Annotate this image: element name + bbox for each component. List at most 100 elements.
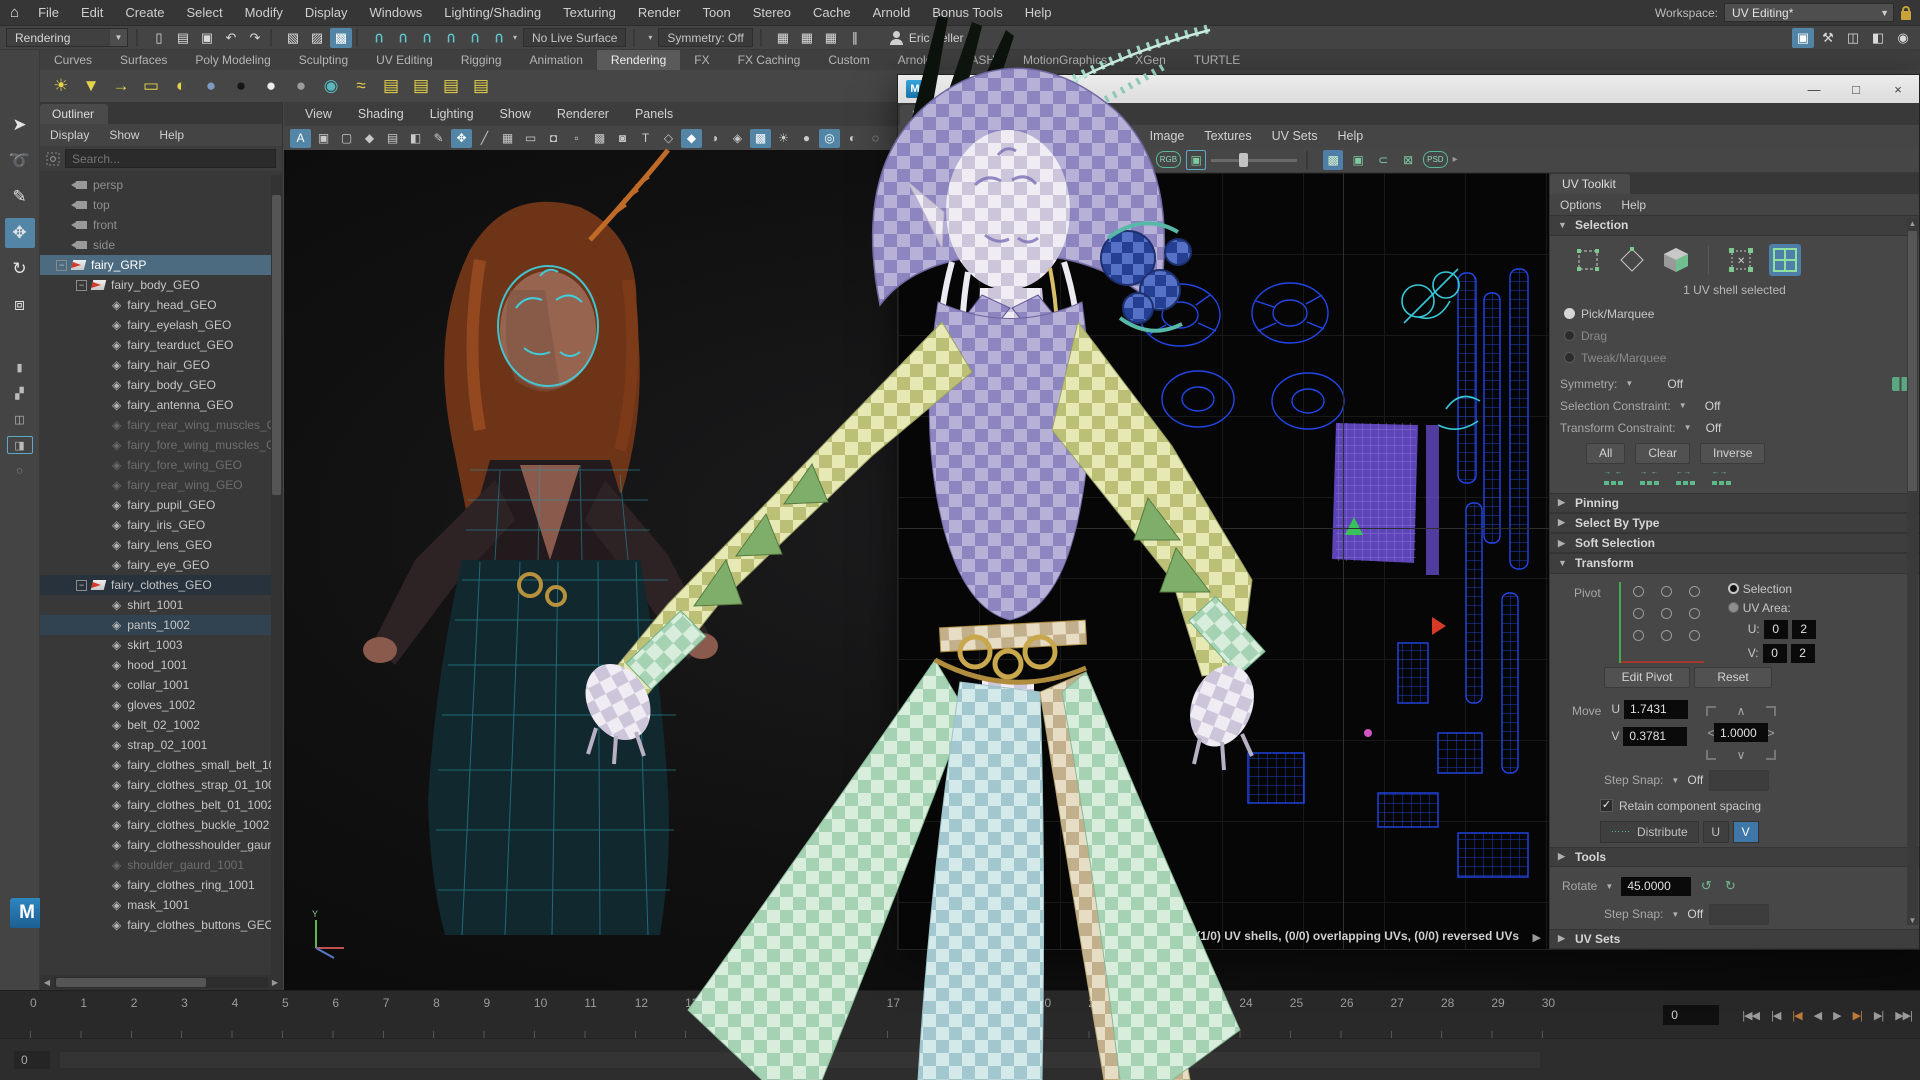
shelf-tab[interactable]: FX Caching [724, 50, 815, 70]
clear-selection-button[interactable]: Clear [1635, 443, 1690, 464]
outliner-row[interactable]: − fairy_clothes_ring_1001 [40, 875, 282, 895]
render-current-frame-icon[interactable]: ▦ [796, 28, 818, 48]
uv-editor-menu-item[interactable]: Textures [1194, 129, 1261, 143]
section-transform[interactable]: ▼Transform [1550, 553, 1919, 573]
resolution-gate-icon[interactable]: ◘ [543, 129, 564, 148]
image-icon[interactable]: ▣ [956, 150, 976, 170]
distribute-shells-v-icon[interactable]: ←→ [1712, 470, 1734, 485]
symmetry-value[interactable]: Off [1667, 377, 1683, 391]
safe-action-icon[interactable]: ◙ [612, 129, 633, 148]
move-tool-icon[interactable]: ✥ [5, 218, 35, 248]
snap-to-view-plane-icon[interactable]: ⊂ [465, 27, 485, 49]
edit-pivot-button[interactable]: Edit Pivot [1604, 667, 1690, 688]
pivot-uv-area-radio[interactable] [1728, 602, 1739, 613]
transform-constraint-value[interactable]: Off [1706, 421, 1722, 435]
rotate-step-snap-value[interactable]: Off [1687, 907, 1703, 921]
ipr-render-icon[interactable]: ▦ [820, 28, 842, 48]
grease-pencil-icon[interactable]: ✎ [428, 129, 449, 148]
render-pass-icon[interactable]: ▤ [408, 73, 434, 99]
make-live-icon[interactable]: ⊂ [489, 27, 509, 49]
workspace-select[interactable]: UV Editing*▼ [1724, 3, 1894, 22]
outliner-row[interactable]: − fairy_iris_GEO [40, 515, 282, 535]
step-back-frame-button[interactable]: |◀ [1771, 1009, 1780, 1022]
gate-mask-icon[interactable]: ▫ [566, 129, 587, 148]
rotate-tool-icon[interactable]: ↻ [5, 254, 35, 284]
section-tools[interactable]: ▶Tools [1550, 847, 1919, 867]
outliner-horizontal-scrollbar[interactable]: ◀ ▶ [40, 975, 282, 990]
shelf-tab[interactable]: Surfaces [106, 50, 181, 70]
step-forward-key-button[interactable]: ▶| [1853, 1009, 1862, 1022]
outliner-menu-item[interactable]: Display [40, 128, 99, 142]
range-start-field[interactable]: 0 [14, 1051, 50, 1069]
outliner-row[interactable]: − fairy_eye_GEO [40, 555, 282, 575]
four-pane-layout-icon[interactable]: ▞ [7, 384, 33, 402]
psd-network-icon[interactable]: PSD [1423, 151, 1447, 168]
uv-area-v-min-field[interactable]: 0 [1763, 644, 1787, 663]
two-d-pan-zoom-icon[interactable]: ◧ [405, 129, 426, 148]
home-icon[interactable]: ⌂ [10, 4, 19, 21]
menu-item[interactable]: Select [175, 0, 233, 26]
render-view-icon[interactable]: ▤ [468, 73, 494, 99]
uv-canvas[interactable]: (1/0) UV shells, (0/0) overlapping UVs, … [898, 173, 1549, 949]
chevron-down-icon[interactable]: ▼ [1677, 401, 1689, 410]
outliner-row[interactable]: − fairy_tearduct_GEO [40, 335, 282, 355]
menu-item[interactable]: Cache [802, 0, 862, 26]
open-render-view-icon[interactable]: ▦ [772, 28, 794, 48]
viewport-menu-item[interactable]: View [292, 107, 345, 121]
chevron-down-icon[interactable]: ▾ [645, 28, 655, 48]
shelf-tab[interactable]: UV Editing [362, 50, 447, 70]
outliner-menu-item[interactable]: Help [149, 128, 194, 142]
menu-item[interactable]: Stereo [742, 0, 802, 26]
paint-select-tool-icon[interactable]: ✎ [5, 182, 35, 212]
live-surface-field[interactable]: No Live Surface [523, 28, 626, 47]
pivot-position-grid[interactable] [1619, 582, 1710, 663]
uv-area-u-min-field[interactable]: 0 [1764, 620, 1788, 639]
channel-box-icon[interactable]: ◉ [1892, 28, 1914, 48]
open-scene-icon[interactable]: ▤ [172, 28, 194, 48]
shelf-tab[interactable]: FX [680, 50, 723, 70]
lock-icon[interactable] [1900, 6, 1912, 20]
move-step-snap-value[interactable]: Off [1687, 773, 1703, 787]
uv-toolkit-tab[interactable]: UV Toolkit [1550, 174, 1630, 194]
humanik-icon[interactable]: ⚒ [1817, 28, 1839, 48]
shelf-tab[interactable]: Curves [40, 50, 106, 70]
menu-item[interactable]: File [27, 0, 70, 26]
section-selection[interactable]: ▼ Selection [1550, 215, 1919, 235]
section-soft-selection[interactable]: ▶Soft Selection [1550, 533, 1919, 553]
field-chart-icon[interactable]: ▩ [589, 129, 610, 148]
expand-toggle-icon[interactable]: − [76, 580, 87, 591]
uv-editor-menu-item[interactable]: Image [1140, 129, 1195, 143]
uv-editor-menu-item[interactable]: Help [1327, 129, 1373, 143]
outliner-row[interactable]: − hood_1001 [40, 655, 282, 675]
outliner-row[interactable]: − fairy_antenna_GEO [40, 395, 282, 415]
outliner-row[interactable]: − fairy_clothes_buttons_GEO [40, 915, 282, 935]
pencil-icon[interactable]: ╱ [474, 129, 495, 148]
step-forward-frame-button[interactable]: ▶| [1874, 1009, 1883, 1022]
expand-toggle-icon[interactable]: − [56, 260, 67, 271]
ao-icon[interactable]: ● [796, 129, 817, 148]
menu-item[interactable]: Edit [70, 0, 114, 26]
minimize-button[interactable]: — [1793, 75, 1835, 103]
chevron-down-icon[interactable]: ▾ [510, 28, 520, 48]
toolbar-separator[interactable] [633, 29, 641, 47]
uv-select-marquee-icon[interactable] [1572, 244, 1604, 276]
pixel-snap-icon[interactable]: ⊂ [1373, 150, 1393, 170]
move-up-button[interactable]: ∧ [1737, 704, 1746, 718]
menu-item[interactable]: Lighting/Shading [433, 0, 552, 26]
outliner-vertical-scrollbar[interactable] [271, 175, 282, 975]
symmetry-select[interactable]: Symmetry: Off [658, 28, 752, 47]
outliner-row[interactable]: − front [40, 215, 282, 235]
current-frame-field[interactable]: 0 [1663, 1005, 1719, 1025]
distribute-v-button[interactable]: V [1733, 821, 1759, 843]
outliner-row[interactable]: − fairy_body_GEO [40, 275, 282, 295]
exposure-icon[interactable]: ◐ [842, 129, 863, 148]
menu-item[interactable]: Help [1014, 0, 1063, 26]
menu-item[interactable]: Display [294, 0, 359, 26]
uv-editor-window[interactable]: M —□× UV Editor EditToolsViewImageTextur… [897, 74, 1920, 950]
ipr-render-ball-icon[interactable]: ◉ [318, 73, 344, 99]
undo-icon[interactable]: ↶ [220, 28, 242, 48]
camera-attributes-icon[interactable]: ▢ [336, 129, 357, 148]
chevron-down-icon[interactable]: ▼ [1623, 379, 1635, 388]
snap-to-projected-center-icon[interactable]: ⊂ [441, 27, 461, 49]
go-to-start-button[interactable]: |◀◀ [1742, 1009, 1759, 1022]
